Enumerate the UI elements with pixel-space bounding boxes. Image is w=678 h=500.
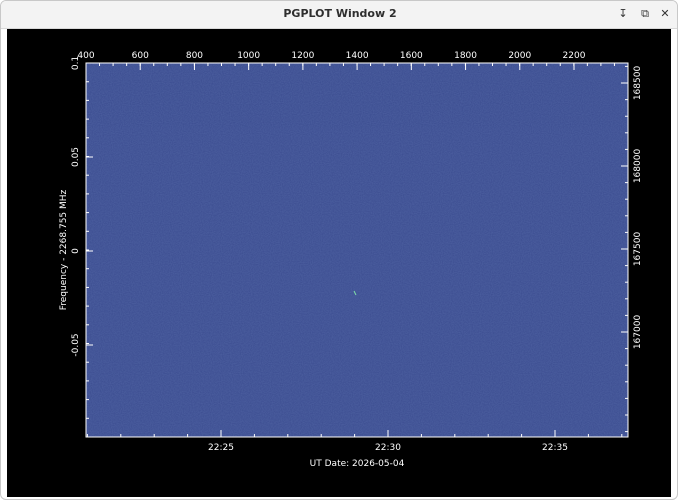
top-axis-tick-label: 1600	[400, 51, 423, 61]
top-axis-tick-label: 1200	[291, 51, 314, 61]
close-icon[interactable]: ✕	[657, 6, 673, 22]
title-bar[interactable]: PGPLOT Window 2 ↧ ⧉ ✕	[1, 1, 677, 29]
waterfall-noise	[86, 63, 628, 437]
right-axis-tick-label: 168000	[633, 149, 643, 184]
top-axis-tick-label: 2000	[508, 51, 531, 61]
right-axis-tick-label: 167000	[633, 315, 643, 350]
bottom-axis-label: UT Date: 2026-05-04	[310, 459, 405, 469]
left-axis-tick-label: -0.05	[71, 333, 81, 356]
window-title: PGPLOT Window 2	[283, 7, 397, 20]
left-axis-label: Frequency - 2268.755 MHz	[59, 189, 69, 310]
right-axis-tick-label: 167500	[633, 232, 643, 267]
top-axis-tick-label: 1800	[454, 51, 477, 61]
bottom-axis-tick-label: 22:25	[208, 443, 234, 453]
top-axis-tick-label: 600	[132, 51, 149, 61]
minimize-icon[interactable]: ↧	[615, 6, 631, 22]
plot-canvas: 400 600 800 1000 1200 1400 1600 1800 2000 2200 22…	[7, 29, 671, 497]
right-axis-tick-label: 168500	[633, 66, 643, 101]
top-axis-tick-label: 1000	[237, 51, 260, 61]
bottom-axis-tick-label: 22:35	[542, 443, 568, 453]
top-axis-tick-label: 800	[186, 51, 203, 61]
left-axis-tick-label: 0.05	[71, 147, 81, 167]
left-axis-tick-label: 0	[71, 248, 81, 254]
top-axis-tick-label: 1400	[346, 51, 369, 61]
left-axis-tick-label: 0.1	[71, 56, 81, 70]
maximize-icon[interactable]: ⧉	[637, 6, 653, 22]
waterfall-plot: 400 600 800 1000 1200 1400 1600 1800 2000 2200 22…	[59, 51, 643, 469]
pgplot-window: PGPLOT Window 2 ↧ ⧉ ✕ 400 600 800 1000 1200 1…	[0, 0, 678, 500]
top-axis-tick-label: 2200	[563, 51, 586, 61]
bottom-axis-tick-label: 22:30	[375, 443, 401, 453]
